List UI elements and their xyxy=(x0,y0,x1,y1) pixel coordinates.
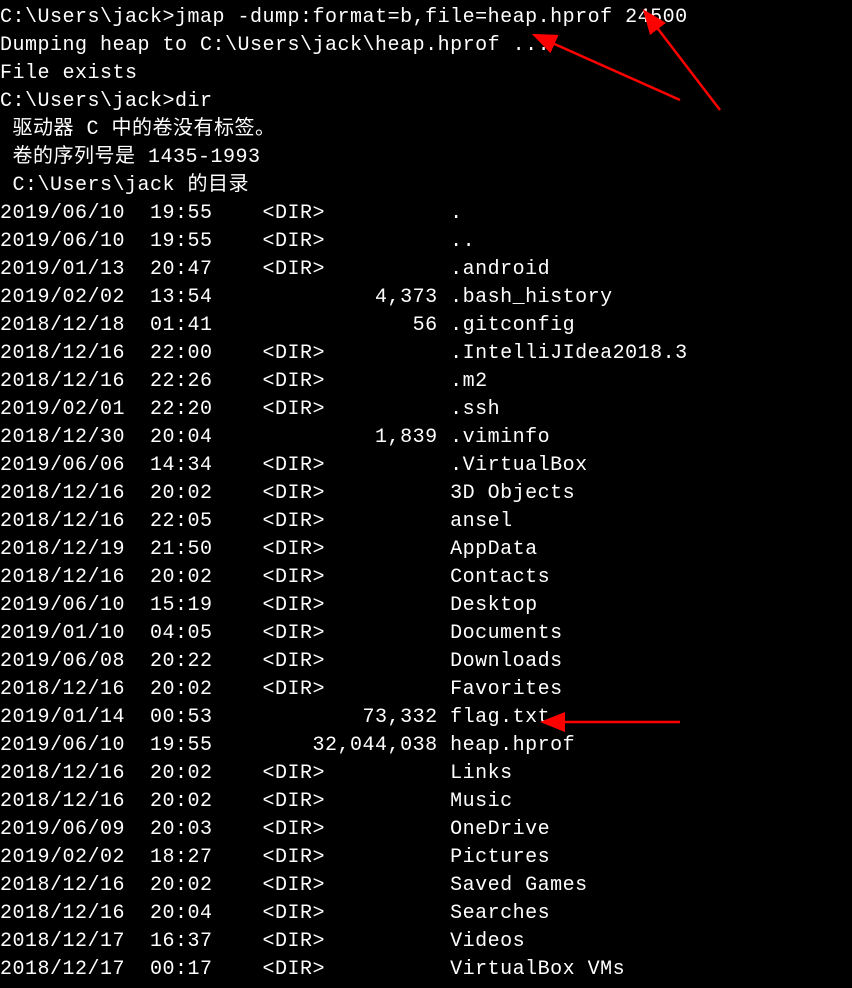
dir-row: 2018/12/18 01:41 56 .gitconfig xyxy=(0,312,852,340)
output-line: Dumping heap to C:\Users\jack\heap.hprof… xyxy=(0,32,852,60)
dir-row: 2018/12/16 20:02 <DIR> Music xyxy=(0,788,852,816)
dir-row: 2019/02/02 18:27 <DIR> Pictures xyxy=(0,844,852,872)
output-line: File exists xyxy=(0,60,852,88)
dir-row: 2019/01/14 00:53 73,332 flag.txt xyxy=(0,704,852,732)
command-text: dir xyxy=(175,90,213,113)
command-text: jmap -dump:format=b,file=heap.hprof 2450… xyxy=(175,6,688,29)
dir-row: 2019/06/06 14:34 <DIR> .VirtualBox xyxy=(0,452,852,480)
dir-row: 2018/12/16 20:02 <DIR> Favorites xyxy=(0,676,852,704)
dir-row: 2019/06/10 19:55 <DIR> .. xyxy=(0,228,852,256)
prompt-prefix: C:\Users\jack> xyxy=(0,90,175,113)
dir-row: 2018/12/16 22:05 <DIR> ansel xyxy=(0,508,852,536)
dir-row: 2019/06/09 20:03 <DIR> OneDrive xyxy=(0,816,852,844)
dir-row: 2018/12/17 00:17 <DIR> VirtualBox VMs xyxy=(0,956,852,984)
prompt-prefix: C:\Users\jack> xyxy=(0,6,175,29)
dir-row: 2018/12/16 20:02 <DIR> Saved Games xyxy=(0,872,852,900)
prompt-line-2: C:\Users\jack>dir xyxy=(0,88,852,116)
dir-row: 2019/01/10 04:05 <DIR> Documents xyxy=(0,620,852,648)
dir-row: 2018/12/16 20:04 <DIR> Searches xyxy=(0,900,852,928)
dir-row: 2019/01/13 20:47 <DIR> .android xyxy=(0,256,852,284)
dir-row: 2019/06/10 19:55 32,044,038 heap.hprof xyxy=(0,732,852,760)
dir-row: 2018/12/16 20:02 <DIR> Links xyxy=(0,760,852,788)
dir-row: 2018/12/30 20:04 1,839 .viminfo xyxy=(0,424,852,452)
dir-row: 2019/02/01 22:20 <DIR> .ssh xyxy=(0,396,852,424)
dir-row: 2019/06/08 20:22 <DIR> Downloads xyxy=(0,648,852,676)
dir-row: 2018/12/16 20:02 <DIR> Contacts xyxy=(0,564,852,592)
prompt-line-1: C:\Users\jack>jmap -dump:format=b,file=h… xyxy=(0,4,852,32)
dir-row: 2018/12/19 21:50 <DIR> AppData xyxy=(0,536,852,564)
dir-row: 2018/12/17 16:37 <DIR> Videos xyxy=(0,928,852,956)
dir-row: 2019/06/10 15:19 <DIR> Desktop xyxy=(0,592,852,620)
dir-header: C:\Users\jack 的目录 xyxy=(0,172,852,200)
dir-row: 2018/12/16 22:26 <DIR> .m2 xyxy=(0,368,852,396)
dir-header: 卷的序列号是 1435-1993 xyxy=(0,144,852,172)
dir-row: 2018/12/16 22:00 <DIR> .IntelliJIdea2018… xyxy=(0,340,852,368)
dir-row: 2019/06/10 19:55 <DIR> . xyxy=(0,200,852,228)
dir-row: 2019/02/02 13:54 4,373 .bash_history xyxy=(0,284,852,312)
dir-row: 2018/12/16 20:02 <DIR> 3D Objects xyxy=(0,480,852,508)
dir-header: 驱动器 C 中的卷没有标签。 xyxy=(0,116,852,144)
